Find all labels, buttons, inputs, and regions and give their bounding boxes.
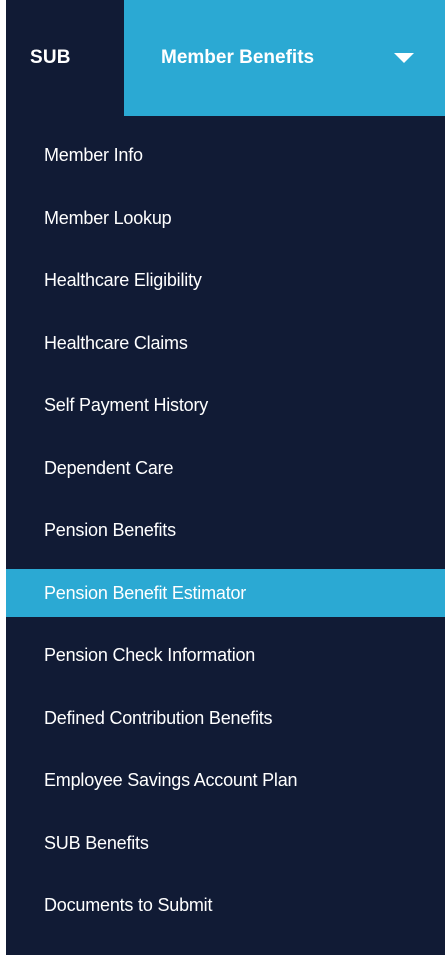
menu-item-label: Pension Benefit Estimator: [44, 582, 247, 603]
menu-item-dependent-care[interactable]: Dependent Care: [6, 444, 445, 492]
navigation-panel: SUB Member Benefits Member Info Member L…: [6, 0, 445, 955]
menu-item-label: Healthcare Eligibility: [44, 270, 202, 290]
menu-item-label: Pension Benefits: [44, 520, 176, 540]
menu-item-label: Healthcare Claims: [44, 332, 188, 353]
menu-item-label: Employee Savings Account Plan: [44, 770, 298, 790]
menu-item-employee-savings-account-plan[interactable]: Employee Savings Account Plan: [6, 756, 445, 804]
member-benefits-menu: Member Info Member Lookup Healthcare Eli…: [6, 131, 445, 944]
member-benefits-label: Member Benefits: [161, 47, 315, 68]
menu-item-pension-check-information[interactable]: Pension Check Information: [6, 631, 445, 679]
menu-item-pension-benefits[interactable]: Pension Benefits: [6, 506, 445, 554]
menu-item-sub-benefits[interactable]: SUB Benefits: [6, 819, 445, 867]
menu-item-defined-contribution-benefits[interactable]: Defined Contribution Benefits: [6, 694, 445, 742]
menu-item-label: Member Lookup: [44, 207, 172, 228]
menu-item-label: Self Payment History: [44, 395, 209, 415]
menu-item-member-lookup[interactable]: Member Lookup: [6, 194, 445, 242]
menu-item-label: Pension Check Information: [44, 645, 256, 665]
menu-item-healthcare-eligibility[interactable]: Healthcare Eligibility: [6, 256, 445, 304]
menu-item-member-info[interactable]: Member Info: [6, 131, 445, 179]
caret-down-icon: [394, 53, 414, 63]
menu-item-label: Dependent Care: [44, 457, 174, 478]
menu-item-label: Defined Contribution Benefits: [44, 707, 273, 728]
top-nav-bar: SUB Member Benefits: [6, 0, 445, 116]
tab-sub[interactable]: SUB: [6, 0, 124, 116]
menu-item-label: Documents to Submit: [44, 895, 213, 915]
menu-item-label: SUB Benefits: [44, 832, 149, 853]
menu-item-label: Member Info: [44, 145, 143, 165]
member-benefits-dropdown[interactable]: Member Benefits: [124, 0, 445, 116]
tab-sub-label: SUB: [30, 47, 71, 68]
menu-item-self-payment-history[interactable]: Self Payment History: [6, 381, 445, 429]
menu-item-pension-benefit-estimator[interactable]: Pension Benefit Estimator: [6, 568, 445, 617]
menu-item-healthcare-claims[interactable]: Healthcare Claims: [6, 319, 445, 367]
menu-item-documents-to-submit[interactable]: Documents to Submit: [6, 881, 445, 929]
